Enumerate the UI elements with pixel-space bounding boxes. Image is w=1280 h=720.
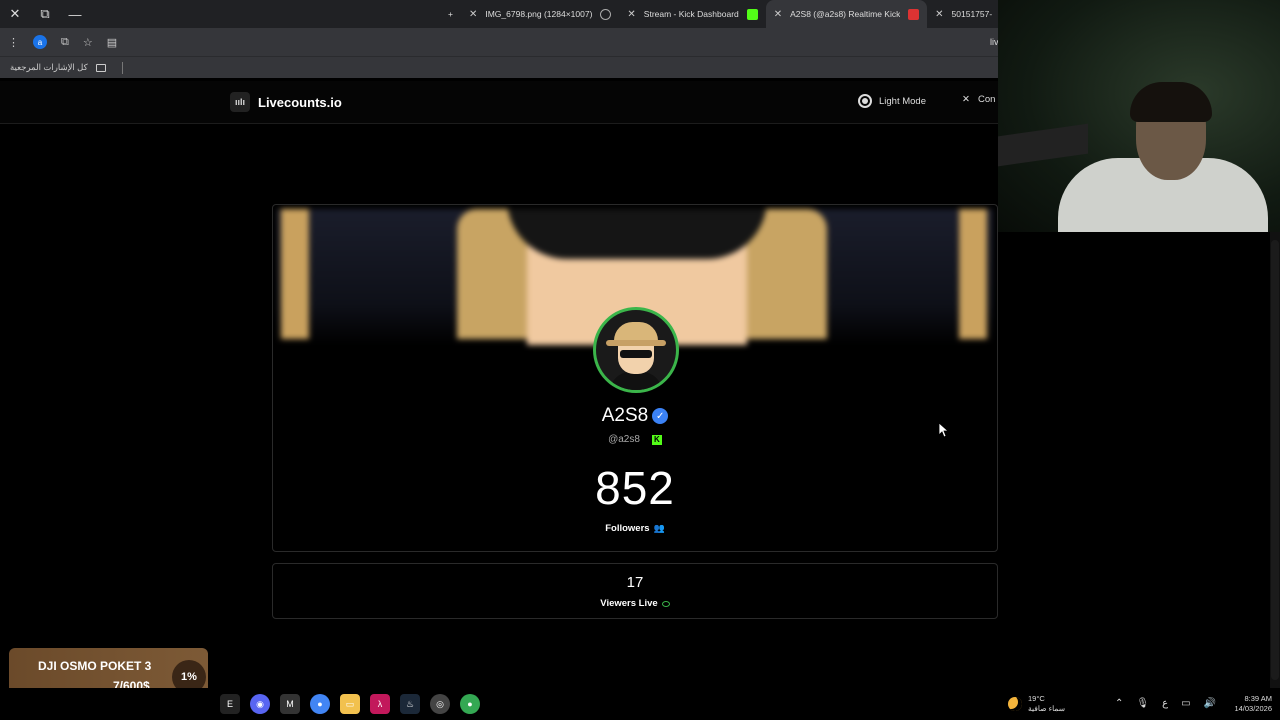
profile-card: A2S8 ✓ @a2s8 K 852 Followers 👥 xyxy=(272,204,998,552)
file-explorer-icon[interactable]: ▭ xyxy=(340,694,360,714)
bookmarks-bar: كل الإشارات المرجعية xyxy=(0,56,1000,78)
epic-games-icon[interactable]: E xyxy=(220,694,240,714)
tab-kick-dashboard[interactable]: ✕ Stream - Kick Dashboard xyxy=(619,0,765,28)
viewers-label: Viewers Live xyxy=(600,598,658,609)
network-icon[interactable]: ▭ xyxy=(1181,698,1190,709)
clock[interactable]: 8:39 AM 14/03/2026 xyxy=(1222,694,1272,714)
screen: ✕ ⧉ — + ✕ IMG_6798.png (1284×1007) ✕ Str… xyxy=(0,0,1280,720)
microphone-icon[interactable]: 🎙 xyxy=(1136,698,1149,709)
clock-time: 8:39 AM xyxy=(1244,694,1272,703)
bookmarks-divider xyxy=(121,61,123,74)
system-tray: ⌃ 🎙 ع ▭ 🔊 xyxy=(1115,698,1216,709)
tab-image[interactable]: ✕ IMG_6798.png (1284×1007) xyxy=(461,0,619,28)
record-icon xyxy=(908,8,920,20)
tab-livecounts[interactable]: ✕ A2S8 (@a2s8) Realtime Kick Liv xyxy=(765,0,928,28)
followers-label-row: Followers 👥 xyxy=(273,523,997,534)
tab-title: Stream - Kick Dashboard xyxy=(643,9,739,19)
clock-date: 14/03/2026 xyxy=(1234,704,1272,713)
x-logo-icon: ✕ xyxy=(962,94,970,105)
viewers-card: 17 Viewers Live xyxy=(272,563,998,619)
taskbar: E ◉ M ● ▭ λ ♨ ◎ ● 19°C سماء صافية ⌃ 🎙 ع … xyxy=(0,688,1280,720)
volume-icon[interactable]: 🔊 xyxy=(1204,698,1216,709)
avatar[interactable] xyxy=(593,307,679,393)
kick-icon[interactable]: K xyxy=(651,434,662,445)
browser-tab-bar: ✕ ⧉ — + ✕ IMG_6798.png (1284×1007) ✕ Str… xyxy=(0,0,1000,28)
bookmark-star-icon[interactable]: ☆ xyxy=(83,36,93,49)
follower-count: 852 xyxy=(595,462,675,514)
tab-title: IMG_6798.png (1284×1007) xyxy=(485,9,593,19)
followers-label: Followers xyxy=(605,523,650,534)
webcam-overlay xyxy=(998,0,1280,232)
channel-name: A2S8 xyxy=(601,405,649,426)
channel-handle: @a2s8 xyxy=(608,434,640,445)
site-header: ıılı Livecounts.io Light Mode ✕ Con xyxy=(0,81,1000,124)
goal-title: DJI OSMO POKET 3 xyxy=(38,659,152,673)
minimize-window-icon[interactable]: — xyxy=(60,0,90,28)
obs-icon[interactable]: ◎ xyxy=(430,694,450,714)
handle-row: @a2s8 K xyxy=(273,434,997,445)
light-mode-label: Light Mode xyxy=(879,95,927,107)
close-tab-icon[interactable]: ✕ xyxy=(627,9,635,20)
extensions-icon[interactable]: ⧉ xyxy=(61,36,69,49)
globe-icon xyxy=(600,8,612,20)
app-red-icon[interactable]: λ xyxy=(370,694,390,714)
tab-strip: + ✕ IMG_6798.png (1284×1007) ✕ Stream - … xyxy=(440,0,1000,28)
new-tab-button[interactable]: + xyxy=(440,0,461,28)
discord-icon[interactable]: ◉ xyxy=(250,694,270,714)
close-tab-icon[interactable]: ✕ xyxy=(774,9,782,20)
chrome-icon[interactable]: ● xyxy=(310,694,330,714)
folder-icon[interactable] xyxy=(95,63,106,72)
reading-mode-icon[interactable]: ▤ xyxy=(107,36,117,49)
contact-link[interactable]: ✕ Con xyxy=(962,94,1000,105)
kick-icon xyxy=(746,8,758,20)
logo-text: Livecounts.io xyxy=(258,94,342,110)
close-tab-icon[interactable]: ✕ xyxy=(935,9,943,20)
name-row: A2S8 ✓ xyxy=(273,405,997,427)
temperature: 19°C xyxy=(1028,694,1045,703)
all-bookmarks-label[interactable]: كل الإشارات المرجعية xyxy=(10,62,88,73)
scrollbar-thumb[interactable] xyxy=(1271,240,1279,680)
chevron-up-icon[interactable]: ⌃ xyxy=(1115,698,1123,709)
chrome-active-icon[interactable]: ● xyxy=(460,694,480,714)
contact-label: Con xyxy=(977,94,996,105)
weather-widget[interactable]: 19°C سماء صافية xyxy=(1008,694,1065,714)
verified-check-icon: ✓ xyxy=(652,408,669,424)
restore-window-icon[interactable]: ⧉ xyxy=(30,0,60,28)
mouse-cursor-icon xyxy=(939,423,949,437)
site-logo[interactable]: ıılı Livecounts.io xyxy=(230,92,342,112)
eye-icon xyxy=(661,600,670,607)
tab-title: A2S8 (@a2s8) Realtime Kick Liv xyxy=(790,9,901,19)
tab-title: 50151757- xyxy=(951,9,993,19)
menu-dots-icon[interactable]: ⋮ xyxy=(8,36,19,49)
tab-other[interactable]: ✕ 50151757- xyxy=(927,0,1000,28)
sun-icon xyxy=(858,94,872,108)
weather-description: سماء صافية xyxy=(1028,704,1066,713)
users-icon: 👥 xyxy=(653,523,665,533)
profile-avatar[interactable]: a xyxy=(33,35,47,49)
address-bar: ⋮ a ⧉ ☆ ▤ liv xyxy=(0,28,1000,56)
light-mode-toggle[interactable]: Light Mode xyxy=(858,94,926,108)
keyboard-language[interactable]: ع xyxy=(1162,698,1168,709)
steam-icon[interactable]: ♨ xyxy=(400,694,420,714)
close-tab-icon[interactable]: ✕ xyxy=(469,9,477,20)
viewers-label-row: Viewers Live xyxy=(273,598,997,609)
close-window-icon[interactable]: ✕ xyxy=(0,0,30,28)
media-app-icon[interactable]: M xyxy=(280,694,300,714)
bars-icon: ıılı xyxy=(230,92,250,112)
taskbar-apps: E ◉ M ● ▭ λ ♨ ◎ ● xyxy=(220,694,480,714)
moon-icon xyxy=(1008,697,1022,711)
viewers-count: 17 xyxy=(626,574,644,591)
